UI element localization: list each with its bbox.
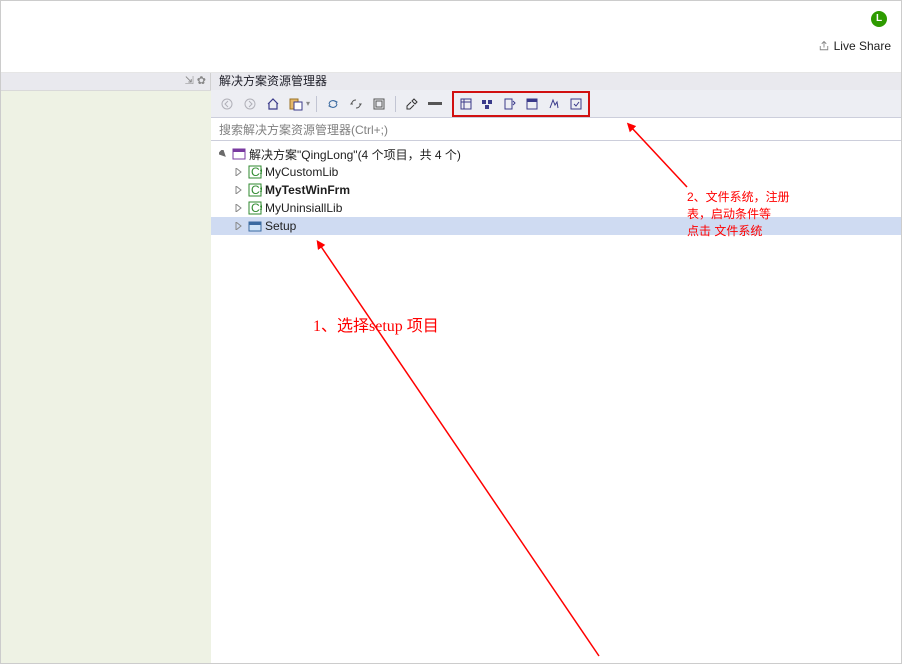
home-button[interactable] [263, 94, 283, 114]
tree-item[interactable]: C#MyCustomLib [211, 163, 901, 181]
file-types-editor-button[interactable] [500, 94, 520, 114]
properties-button[interactable] [402, 94, 422, 114]
pin-icon[interactable]: ⇲ [185, 76, 194, 87]
csharp-project-icon: C# [248, 165, 262, 179]
solution-tree: 解决方案"QingLong"(4 个项目，共 4 个) C#MyCustomLi… [211, 141, 901, 239]
expander-icon[interactable] [233, 184, 245, 196]
expander-icon[interactable] [233, 166, 245, 178]
user-avatar-badge[interactable]: L [871, 11, 887, 27]
live-share-button[interactable]: Live Share [818, 39, 891, 53]
solution-view-button[interactable] [286, 94, 306, 114]
tree-item-label: MyCustomLib [265, 165, 338, 179]
solution-node[interactable]: 解决方案"QingLong"(4 个项目，共 4 个) [211, 145, 901, 163]
left-docked-panel: ⇲ ✿ [1, 73, 211, 663]
expander-icon[interactable] [233, 202, 245, 214]
svg-text:C#: C# [251, 201, 262, 215]
live-share-icon [818, 40, 830, 52]
left-panel-header: ⇲ ✿ [1, 73, 210, 90]
solution-explorer-search[interactable]: 搜索解决方案资源管理器(Ctrl+;) [211, 118, 901, 141]
tree-item[interactable]: C#MyTestWinFrm [211, 181, 901, 199]
forward-button[interactable] [240, 94, 260, 114]
show-all-files-button[interactable] [425, 94, 445, 114]
solution-explorer-title: 解决方案资源管理器 [211, 73, 901, 90]
refresh-button[interactable] [346, 94, 366, 114]
separator [395, 96, 396, 112]
csharp-project-icon: C# [248, 183, 262, 197]
separator [316, 96, 317, 112]
left-panel-body [1, 90, 211, 663]
live-share-label: Live Share [834, 39, 891, 53]
setup-editors-highlight [452, 91, 590, 117]
ui-editor-button[interactable] [522, 94, 542, 114]
collapse-all-button[interactable] [369, 94, 389, 114]
solution-explorer-panel: 解决方案资源管理器 ▾ 搜索解决方案资源管理器(Ctrl+;) [211, 73, 901, 663]
tree-item[interactable]: C#MyUninsiallLib [211, 199, 901, 217]
svg-text:C#: C# [251, 165, 262, 179]
custom-actions-editor-button[interactable] [544, 94, 564, 114]
setup-project-icon [248, 219, 262, 233]
sync-button[interactable] [323, 94, 343, 114]
expander-icon[interactable] [217, 148, 229, 160]
tree-item-label: MyTestWinFrm [265, 183, 350, 197]
expander-icon[interactable] [233, 220, 245, 232]
tree-item[interactable]: Setup [211, 217, 901, 235]
solution-explorer-toolbar: ▾ [211, 90, 901, 118]
back-button[interactable] [217, 94, 237, 114]
csharp-project-icon: C# [248, 201, 262, 215]
tree-item-label: Setup [265, 219, 296, 233]
gear-icon[interactable]: ✿ [197, 76, 206, 87]
solution-icon [232, 147, 246, 161]
dropdown-caret-icon[interactable]: ▾ [306, 99, 310, 108]
solution-label: 解决方案"QingLong"(4 个项目，共 4 个) [249, 146, 461, 163]
title-bar: L Live Share [1, 1, 901, 73]
svg-text:C#: C# [251, 183, 262, 197]
file-system-editor-button[interactable] [456, 94, 476, 114]
registry-editor-button[interactable] [478, 94, 498, 114]
launch-conditions-editor-button[interactable] [566, 94, 586, 114]
tree-item-label: MyUninsiallLib [265, 201, 342, 215]
